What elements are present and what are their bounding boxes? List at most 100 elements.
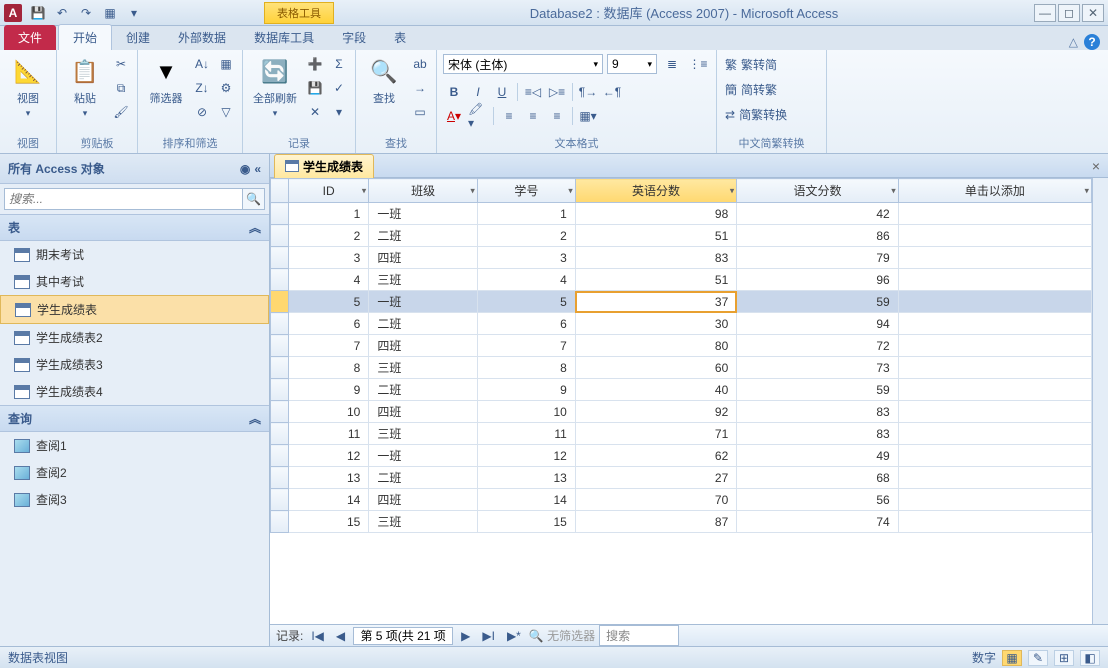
redo-icon[interactable]: ↷	[76, 3, 96, 23]
cell[interactable]: 10	[477, 401, 575, 423]
cell[interactable]: 72	[737, 335, 898, 357]
cell[interactable]: 6	[477, 313, 575, 335]
advanced-icon[interactable]: ⚙	[216, 78, 236, 98]
cell[interactable]: 68	[737, 467, 898, 489]
pivot-view-button[interactable]: ⊞	[1054, 650, 1074, 666]
nav-collapse-icon[interactable]: «	[254, 162, 261, 176]
new-record-icon[interactable]: ➕	[305, 54, 325, 74]
cell[interactable]: 11	[477, 423, 575, 445]
table-row[interactable]: 14四班147056	[271, 489, 1092, 511]
cell[interactable]: 3	[289, 247, 369, 269]
nav-table-item[interactable]: 学生成绩表	[0, 295, 269, 324]
cell[interactable]	[898, 401, 1091, 423]
highlight-icon[interactable]: 🖍▾	[467, 106, 489, 126]
cell[interactable]: 30	[575, 313, 736, 335]
cell[interactable]: 三班	[369, 511, 478, 533]
cell[interactable]: 51	[575, 269, 736, 291]
cell[interactable]: 83	[737, 423, 898, 445]
table-row[interactable]: 9二班94059	[271, 379, 1092, 401]
cell[interactable]: 70	[575, 489, 736, 511]
cell[interactable]: 一班	[369, 291, 478, 313]
table-row[interactable]: 1一班19842	[271, 203, 1092, 225]
tab-create[interactable]: 创建	[112, 25, 164, 50]
cell[interactable]: 7	[477, 335, 575, 357]
row-selector[interactable]	[271, 335, 289, 357]
font-color-icon[interactable]: A▾	[443, 106, 465, 126]
cell[interactable]: 71	[575, 423, 736, 445]
nav-group-tables[interactable]: 表︽	[0, 214, 269, 241]
cell[interactable]: 74	[737, 511, 898, 533]
help-icon[interactable]: ?	[1084, 34, 1100, 50]
font-size-select[interactable]: 9▾	[607, 54, 657, 74]
trad-to-simp-button[interactable]: 繁繁转简	[723, 54, 779, 75]
cell[interactable]: 9	[477, 379, 575, 401]
cell[interactable]: 60	[575, 357, 736, 379]
cell[interactable]: 59	[737, 291, 898, 313]
table-row[interactable]: 11三班117183	[271, 423, 1092, 445]
cell[interactable]	[898, 313, 1091, 335]
nav-search-input[interactable]	[4, 188, 243, 210]
cell[interactable]: 62	[575, 445, 736, 467]
clear-sort-icon[interactable]: ⊘	[192, 102, 212, 122]
cell[interactable]	[898, 203, 1091, 225]
cell[interactable]: 三班	[369, 269, 478, 291]
new-record-nav-button[interactable]: ▶*	[503, 629, 525, 643]
select-all-corner[interactable]	[271, 179, 289, 203]
layout-view-button[interactable]: ◧	[1080, 650, 1100, 666]
cell[interactable]: 1	[289, 203, 369, 225]
cell[interactable]: 三班	[369, 357, 478, 379]
row-selector[interactable]	[271, 445, 289, 467]
gridlines-icon[interactable]: ▦▾	[577, 106, 599, 126]
chevron-down-icon[interactable]: ▾	[568, 185, 573, 196]
nav-table-item[interactable]: 学生成绩表4	[0, 378, 269, 405]
cell[interactable]: 3	[477, 247, 575, 269]
cell[interactable]: 1	[477, 203, 575, 225]
row-selector[interactable]	[271, 225, 289, 247]
cell[interactable]	[898, 269, 1091, 291]
tab-fields[interactable]: 字段	[328, 25, 380, 50]
row-selector[interactable]	[271, 313, 289, 335]
align-center-icon[interactable]: ≡	[522, 106, 544, 126]
cell[interactable]	[898, 489, 1091, 511]
cell[interactable]: 二班	[369, 313, 478, 335]
cell[interactable]: 四班	[369, 489, 478, 511]
tab-dbtools[interactable]: 数据库工具	[240, 25, 328, 50]
cell[interactable]: 一班	[369, 445, 478, 467]
cell[interactable]	[898, 335, 1091, 357]
indent-inc-icon[interactable]: ▷≡	[546, 82, 568, 102]
cell[interactable]: 56	[737, 489, 898, 511]
more-records-icon[interactable]: ▾	[329, 102, 349, 122]
maximize-button[interactable]: ◻	[1058, 4, 1080, 22]
spelling-icon[interactable]: ✓	[329, 78, 349, 98]
close-button[interactable]: ✕	[1082, 4, 1104, 22]
table-row[interactable]: 5一班53759	[271, 291, 1092, 313]
find-button[interactable]: 🔍 查找	[362, 54, 406, 108]
row-selector[interactable]	[271, 379, 289, 401]
record-search-input[interactable]: 搜索	[599, 625, 679, 646]
nav-query-item[interactable]: 查阅2	[0, 459, 269, 486]
cell[interactable]: 49	[737, 445, 898, 467]
delete-record-icon[interactable]: ✕	[305, 102, 325, 122]
qat-icon[interactable]: ▦	[100, 3, 120, 23]
cell[interactable]: 51	[575, 225, 736, 247]
cell[interactable]: 12	[477, 445, 575, 467]
cell[interactable]: 2	[289, 225, 369, 247]
row-selector[interactable]	[271, 203, 289, 225]
row-selector[interactable]	[271, 467, 289, 489]
nav-group-queries[interactable]: 查询︽	[0, 405, 269, 432]
column-header[interactable]: 语文分数▾	[737, 179, 898, 203]
cell[interactable]: 96	[737, 269, 898, 291]
table-row[interactable]: 13二班132768	[271, 467, 1092, 489]
table-row[interactable]: 3四班38379	[271, 247, 1092, 269]
table-row[interactable]: 10四班109283	[271, 401, 1092, 423]
row-selector[interactable]	[271, 357, 289, 379]
tab-table[interactable]: 表	[380, 25, 420, 50]
cell[interactable]: 二班	[369, 225, 478, 247]
cell[interactable]: 三班	[369, 423, 478, 445]
cell[interactable]: 11	[289, 423, 369, 445]
cell[interactable]: 8	[477, 357, 575, 379]
last-record-button[interactable]: ▶I	[478, 629, 499, 643]
column-header[interactable]: 单击以添加▾	[898, 179, 1091, 203]
cell[interactable]: 12	[289, 445, 369, 467]
record-position-input[interactable]	[353, 627, 453, 645]
